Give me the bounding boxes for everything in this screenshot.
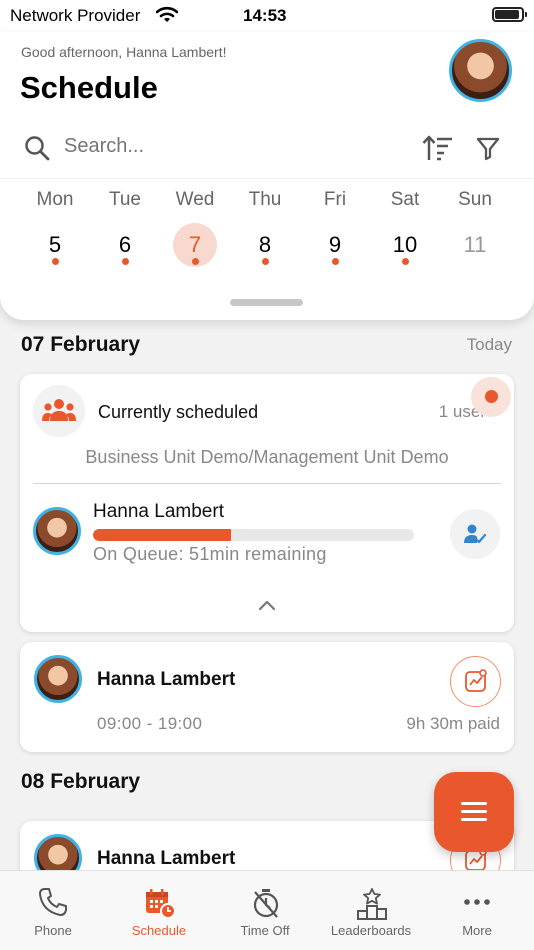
day-number[interactable]: 7 <box>173 223 217 267</box>
queue-status: On Queue: 51min remaining <box>93 544 327 564</box>
sort-icon[interactable] <box>422 134 454 167</box>
day-number[interactable]: 8 <box>243 223 287 267</box>
tab-schedule[interactable]: Schedule <box>106 871 212 950</box>
day-mon[interactable]: Mon 5 <box>20 189 90 267</box>
scheduled-title: Currently scheduled <box>98 402 259 422</box>
day-number[interactable]: 11 <box>453 223 497 267</box>
shift-time: 09:00 - 19:00 <box>97 714 203 733</box>
tab-more[interactable]: More <box>424 871 530 950</box>
schedule-header-panel: Good afternoon, Hanna Lambert! Schedule <box>0 32 534 320</box>
day-name: Wed <box>175 189 215 210</box>
event-dot-icon <box>262 258 269 265</box>
shift-agent-name: Hanna Lambert <box>97 848 236 869</box>
day-number[interactable]: 5 <box>33 223 77 267</box>
paid-hours: 9h 30m paid <box>406 714 500 733</box>
day-fri[interactable]: Fri 9 <box>300 189 370 267</box>
greeting-text: Good afternoon, Hanna Lambert! <box>21 44 227 60</box>
day-name: Sat <box>390 189 420 210</box>
chevron-up-icon[interactable] <box>258 598 276 616</box>
day-number-label: 6 <box>118 232 132 257</box>
divider <box>33 483 501 484</box>
wifi-icon <box>155 6 179 29</box>
menu-fab-button[interactable] <box>434 772 514 852</box>
filter-icon[interactable] <box>475 135 501 166</box>
date-heading: 07 February <box>21 333 141 356</box>
date-heading: 08 February <box>21 770 141 793</box>
menu-icon <box>461 818 487 821</box>
day-number-label: 7 <box>188 232 202 257</box>
queue-progress-bar <box>93 529 414 541</box>
menu-icon <box>461 810 487 813</box>
day-name: Tue <box>108 189 142 210</box>
shift-agent-name: Hanna Lambert <box>97 669 236 690</box>
shift-card[interactable]: Hanna Lambert 09:00 - 19:00 9h 30m paid <box>20 642 514 752</box>
day-number-label: 9 <box>328 232 342 257</box>
tab-label: More <box>462 923 492 938</box>
day-number-label: 5 <box>48 232 62 257</box>
bottom-tab-bar: Phone Schedule Time Off Leaderboards Mor… <box>0 870 534 950</box>
day-number[interactable]: 10 <box>383 223 427 267</box>
day-tue[interactable]: Tue 6 <box>90 189 160 267</box>
queue-progress-fill <box>93 529 232 541</box>
search-input[interactable] <box>64 135 384 158</box>
week-strip: Mon 5 Tue 6 Wed 7 Thu 8 Fri 9 Sat 10 Sun 11 <box>0 178 534 278</box>
calendar-clock-icon <box>144 887 176 924</box>
event-dot-icon <box>332 258 339 265</box>
tab-phone[interactable]: Phone <box>0 871 106 950</box>
notification-dot-icon <box>471 377 511 417</box>
day-thu[interactable]: Thu 8 <box>230 189 300 267</box>
clock-time: 14:53 <box>243 6 287 25</box>
status-bar: Network Provider 14:53 <box>0 0 534 32</box>
tab-time-off[interactable]: Time Off <box>212 871 318 950</box>
carrier-label: Network Provider <box>10 6 141 25</box>
day-name: Mon <box>36 189 74 210</box>
event-dot-icon <box>192 258 199 265</box>
search-bar <box>0 126 534 172</box>
tab-leaderboards[interactable]: Leaderboards <box>318 871 424 950</box>
day-number-label: 8 <box>258 232 272 257</box>
event-dot-icon <box>402 258 409 265</box>
podium-icon <box>356 887 388 926</box>
agent-avatar <box>33 507 81 555</box>
tab-label: Phone <box>34 923 72 938</box>
event-dot-icon <box>122 258 129 265</box>
currently-scheduled-card[interactable]: Currently scheduled 1 user Business Unit… <box>20 374 514 632</box>
more-dots-icon <box>462 887 492 922</box>
day-name: Sun <box>458 189 492 210</box>
search-icon <box>24 135 50 166</box>
day-sat[interactable]: Sat 10 <box>370 189 440 267</box>
day-name: Fri <box>323 189 347 210</box>
page-title: Schedule <box>20 70 158 105</box>
menu-icon <box>461 802 487 805</box>
tab-label: Time Off <box>240 923 290 938</box>
day-sun[interactable]: Sun 11 <box>440 189 510 267</box>
performance-chart-button[interactable] <box>450 656 501 707</box>
agent-name: Hanna Lambert <box>93 501 224 522</box>
day-name: Thu <box>248 189 282 210</box>
event-dot-icon <box>52 258 59 265</box>
day-number-label: 10 <box>392 232 418 257</box>
tab-label: Schedule <box>131 923 187 938</box>
today-label: Today <box>466 335 512 354</box>
team-icon <box>33 385 85 437</box>
business-unit-label: Business Unit Demo/Management Unit Demo <box>85 447 449 467</box>
battery-icon <box>492 7 527 22</box>
assign-user-button[interactable] <box>450 509 500 559</box>
tab-label: Leaderboards <box>330 923 412 938</box>
timer-off-icon <box>250 887 282 924</box>
day-wed[interactable]: Wed 7 <box>160 189 230 267</box>
agent-avatar <box>34 655 82 703</box>
profile-avatar[interactable] <box>449 39 512 102</box>
day-number[interactable]: 6 <box>103 223 147 267</box>
drag-handle[interactable] <box>230 299 303 306</box>
phone-icon <box>38 887 68 922</box>
day-number-label: 11 <box>463 232 487 257</box>
day-number[interactable]: 9 <box>313 223 357 267</box>
